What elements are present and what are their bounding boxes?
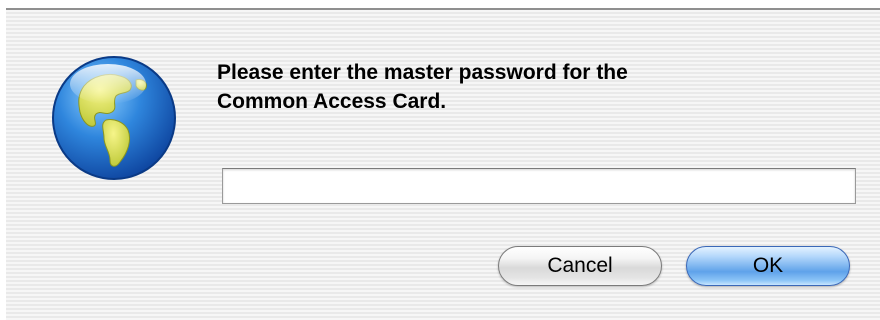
globe-icon <box>52 56 176 180</box>
cancel-button[interactable]: Cancel <box>498 246 662 286</box>
message-line-1: Please enter the master password for the <box>217 61 628 84</box>
ok-button[interactable]: OK <box>686 246 850 286</box>
password-input[interactable] <box>222 168 856 204</box>
dialog-message: Please enter the master password for the… <box>217 58 837 116</box>
password-dialog: Please enter the master password for the… <box>6 8 880 320</box>
message-line-2: Common Access Card. <box>217 90 447 113</box>
